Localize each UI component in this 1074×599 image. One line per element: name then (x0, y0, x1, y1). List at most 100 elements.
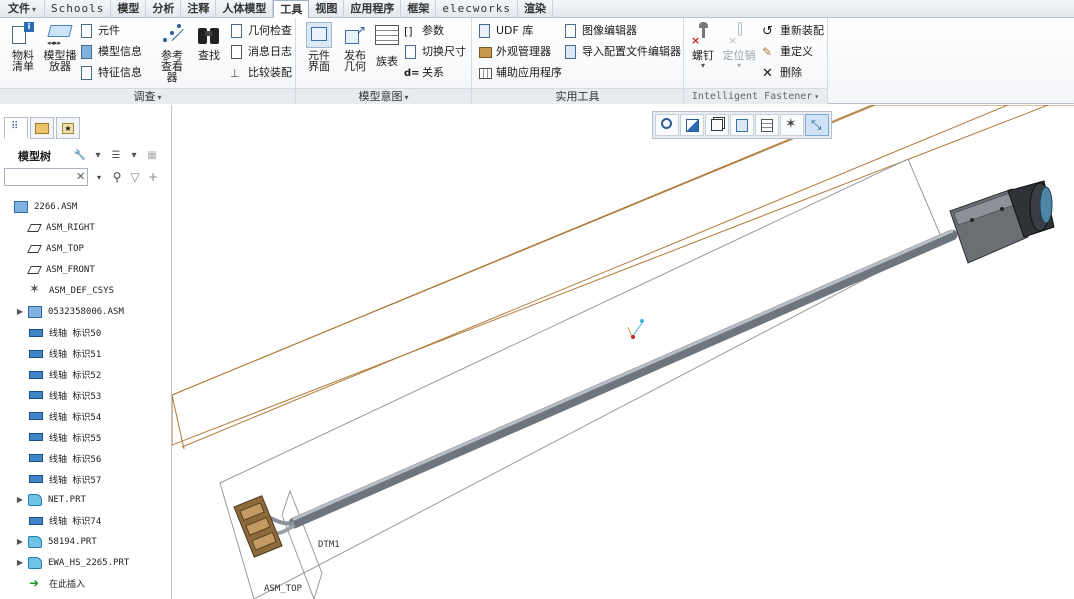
redefine-button[interactable]: ✎ 重定义 (762, 42, 813, 62)
compare-assembly-button[interactable]: ⊥ 比较装配 (230, 63, 292, 83)
auxiliary-applications-button[interactable]: 辅助应用程序 (478, 63, 562, 83)
appearance-manager-button[interactable]: 外观管理器 (478, 42, 551, 62)
message-log-button[interactable]: 消息日志 (230, 42, 292, 62)
geometry-check-button[interactable]: 几何检查 (230, 21, 292, 41)
display-style-button[interactable] (730, 114, 754, 136)
tree-node-label: 0532358006.ASM (48, 306, 124, 317)
udf-library-button[interactable]: UDF 库 (478, 21, 533, 41)
parameters-button[interactable]: [] 参数 (404, 21, 444, 41)
tree-node[interactable]: 2266.ASM (0, 197, 172, 218)
tree-node[interactable]: 线轴 标识50 (0, 322, 172, 343)
tree-node[interactable]: 线轴 标识54 (0, 406, 172, 427)
tab-analysis[interactable]: 分析 (146, 0, 182, 18)
tree-node[interactable]: 线轴 标识51 (0, 343, 172, 364)
folder-browser-tab[interactable] (30, 117, 54, 139)
tree-node[interactable]: 线轴 标识53 (0, 385, 172, 406)
tree-node[interactable]: ▶ EWA_HS_2265.PRT (0, 552, 172, 573)
dowel-pin-icon: × (726, 22, 752, 48)
zoom-fit-button[interactable] (655, 114, 679, 136)
tree-node-label: ASM_RIGHT (46, 223, 95, 234)
tab-framework[interactable]: 框架 (401, 0, 437, 18)
spin-center-button[interactable]: ⤡ (805, 114, 829, 136)
tab-view[interactable]: 视图 (309, 0, 345, 18)
image-editor-button[interactable]: 图像编辑器 (564, 21, 637, 41)
saved-views-button[interactable] (705, 114, 729, 136)
switch-dimensions-button[interactable]: 切换尺寸 (404, 42, 466, 62)
relations-button[interactable]: d= 关系 (404, 63, 444, 83)
tree-node[interactable]: ASM_RIGHT (0, 218, 172, 239)
datum-display-icon: ✶ (785, 116, 797, 132)
tree-node[interactable]: ▶ 58194.PRT (0, 531, 172, 552)
publish-geometry-button[interactable]: ↗ 发布几何 (336, 20, 374, 86)
insert-here-icon (29, 577, 43, 589)
group-label-investigate[interactable]: 调查 ▾ (0, 88, 295, 104)
spool-icon (29, 516, 43, 525)
model-info-button[interactable]: 模型信息 (80, 42, 142, 62)
tree-node[interactable]: 线轴 标识55 (0, 427, 172, 448)
graphics-window[interactable]: DTM1 ASM_TOP ✶ ⤡ (172, 105, 1074, 599)
import-config-editor-button[interactable]: 导入配置文件编辑器 (564, 42, 681, 62)
tab-model[interactable]: 模型 (111, 0, 147, 18)
navigator-panel: ⠿ ★ 模型树 🔧 ▾ ☰ ▾ ▦ ✕ ▾ ⚲ ▽ + 2266.ASM ASM_… (0, 105, 172, 599)
dowel-pin-button[interactable]: × 定位销 ▾ (720, 20, 758, 86)
screw-button[interactable]: × 螺钉 ▾ (686, 20, 720, 86)
tab-manikin[interactable]: 人体模型 (216, 0, 274, 18)
tree-node[interactable]: ▶ NET.PRT (0, 489, 172, 510)
repaint-button[interactable] (680, 114, 704, 136)
tab-render[interactable]: 渲染 (518, 0, 553, 18)
group-label-model-intent[interactable]: 模型意图 ▾ (296, 88, 471, 104)
show-options-icon[interactable]: ☰ (108, 148, 124, 164)
model-tree-tab[interactable]: ⠿ (4, 117, 28, 139)
family-table-button[interactable]: 族表 (370, 20, 404, 86)
component-interface-button[interactable]: 元件界面 (300, 20, 338, 86)
tab-schools[interactable]: Schools (45, 0, 112, 18)
datum-display-button[interactable]: ✶ (780, 114, 804, 136)
tree-node[interactable]: 线轴 标识74 (0, 510, 172, 531)
tree-node[interactable]: ASM_FRONT (0, 260, 172, 281)
tree-node-label: 线轴 标识50 (49, 329, 102, 340)
datum-plane-icon (27, 266, 42, 275)
model-player-button[interactable]: ◂◂▸▸ 模型播放器 (40, 20, 80, 86)
view-manager-icon (761, 119, 773, 132)
tree-node[interactable]: 在此插入 (0, 573, 172, 594)
find-binoculars-icon[interactable]: ⚲ (110, 170, 124, 184)
tab-applications[interactable]: 应用程序 (344, 0, 402, 18)
tree-node[interactable]: 线轴 标识57 (0, 469, 172, 490)
model-viewport[interactable] (172, 105, 1074, 599)
component-info-button[interactable]: 元件 (80, 21, 120, 41)
tree-settings-dropdown-icon[interactable]: ▾ (94, 148, 102, 164)
tree-node[interactable]: 线轴 标识56 (0, 448, 172, 469)
tab-elecworks[interactable]: elecworks (436, 0, 518, 18)
reference-viewer-button[interactable]: 参考查看器 (152, 20, 192, 86)
tab-annotate[interactable]: 注释 (181, 0, 217, 18)
bill-of-materials-button[interactable]: i 物料清单 (4, 20, 42, 86)
reassemble-button[interactable]: ↺ 重新装配 (762, 21, 824, 41)
tree-settings-icon[interactable]: 🔧 (72, 148, 88, 164)
clear-search-icon[interactable]: ✕ (76, 170, 85, 183)
model-tree-header: 模型树 🔧 ▾ ☰ ▾ ▦ (0, 145, 172, 167)
tab-file[interactable]: 文件 ▾ (0, 0, 46, 18)
show-options-dropdown-icon[interactable]: ▾ (130, 148, 138, 164)
filter-icon[interactable]: ▽ (128, 170, 142, 184)
favorites-tab[interactable]: ★ (56, 117, 80, 139)
view-manager-button[interactable] (755, 114, 779, 136)
tree-node[interactable]: ▶ 0532358006.ASM (0, 301, 172, 322)
tree-columns-icon[interactable]: ▦ (144, 148, 160, 164)
group-label-utilities: 实用工具 (472, 88, 683, 104)
tree-node[interactable]: ASM_TOP (0, 239, 172, 260)
find-button[interactable]: 查找 (192, 20, 226, 86)
tab-tools[interactable]: 工具 (273, 0, 310, 19)
tree-node-label: 线轴 标识51 (49, 350, 102, 361)
expand-arrow-icon[interactable]: ▶ (14, 495, 26, 504)
expand-arrow-icon[interactable]: ▶ (14, 558, 26, 567)
tree-node[interactable]: 线轴 标识52 (0, 364, 172, 385)
add-icon[interactable]: + (146, 170, 160, 184)
expand-arrow-icon[interactable]: ▶ (14, 307, 26, 316)
parameters-icon: [] (404, 24, 413, 38)
expand-arrow-icon[interactable]: ▶ (14, 537, 26, 546)
delete-button[interactable]: ✕ 删除 (762, 63, 802, 83)
search-dropdown-icon[interactable]: ▾ (92, 173, 106, 182)
tree-node[interactable]: ASM_DEF_CSYS (0, 281, 172, 302)
group-label-intelligent-fastener[interactable]: Intelligent Fastener ▾ (684, 88, 827, 104)
feature-info-button[interactable]: 特征信息 (80, 63, 142, 83)
